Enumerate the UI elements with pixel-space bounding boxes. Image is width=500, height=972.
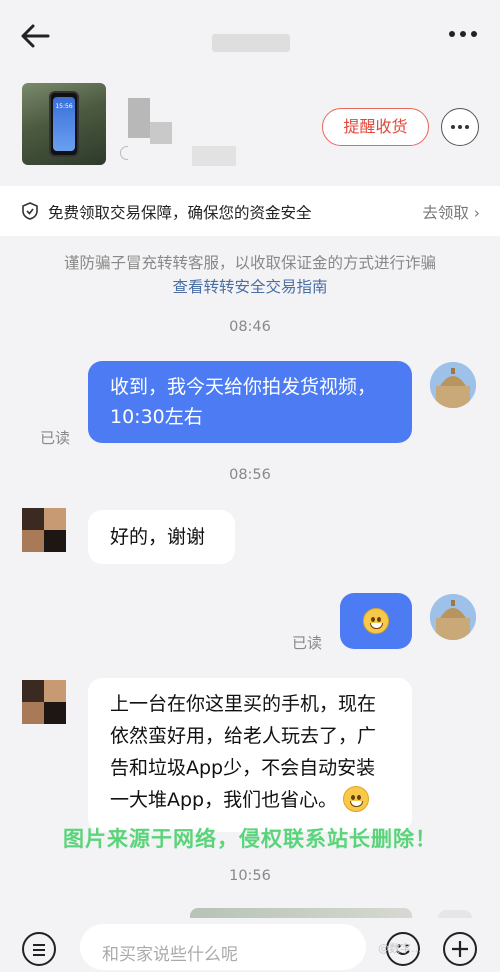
timestamp: 10:56 [229, 868, 271, 884]
message-bubble-sent[interactable] [340, 593, 412, 649]
avatar[interactable] [22, 508, 66, 552]
bottom-input-bar [0, 918, 500, 972]
product-card[interactable]: 15:56 提醒收货 [0, 70, 500, 182]
source-watermark: @数字... [378, 942, 422, 955]
phone-screen-time: 15:56 [53, 97, 75, 151]
top-bar [0, 0, 500, 70]
avatar[interactable] [438, 910, 472, 918]
menu-icon[interactable] [22, 932, 56, 966]
claim-protection-label: 去领取 [422, 204, 469, 222]
phone-image: 15:56 [49, 91, 79, 157]
blurred-avatar-icon [22, 680, 66, 724]
safety-guide-link[interactable]: 查看转转安全交易指南 [0, 275, 500, 297]
more-dots-icon[interactable] [448, 26, 478, 42]
timestamp: 08:46 [229, 319, 271, 335]
timestamp: 08:56 [229, 467, 271, 483]
protection-banner[interactable]: 免费领取交易保障，确保您的资金安全 去领取 › [0, 186, 500, 236]
blurred-price [120, 146, 128, 160]
fraud-warning: 谨防骗子冒充转转客服，以收取保证金的方式进行诈骗 [63, 254, 436, 272]
read-status: 已读 [292, 634, 323, 652]
smiling-face-icon [343, 785, 370, 812]
message-text: 上一台在你这里买的手机，现在依然蛮好用，给老人玩去了，广告和垃圾App少，不会自… [110, 693, 377, 811]
plus-icon[interactable] [443, 932, 477, 966]
remind-receipt-button[interactable]: 提醒收货 [322, 108, 429, 146]
message-bubble-received[interactable]: 好的，谢谢 [88, 510, 235, 564]
partial-image-message[interactable] [190, 908, 412, 918]
avatar[interactable] [430, 594, 476, 640]
shield-icon [22, 202, 38, 220]
building-avatar-icon [430, 362, 476, 408]
grinning-face-icon [363, 608, 389, 634]
claim-protection-link[interactable]: 去领取 › [422, 201, 480, 223]
protection-text: 免费领取交易保障，确保您的资金安全 [48, 204, 312, 222]
blurred-product-title [150, 122, 172, 144]
avatar[interactable] [430, 362, 476, 408]
avatar[interactable] [22, 680, 66, 724]
building-avatar-icon [430, 594, 476, 640]
watermark-text: 图片来源于网络，侵权联系站长删除！ [63, 827, 437, 851]
blurred-product-title [128, 98, 150, 138]
read-status: 已读 [40, 429, 71, 447]
more-options-button[interactable] [441, 108, 479, 146]
blurred-avatar-icon [22, 508, 66, 552]
product-image[interactable]: 15:56 [22, 83, 106, 165]
message-bubble-sent[interactable]: 收到，我今天给你拍发货视频，10:30左右 [88, 361, 412, 443]
blurred-price [192, 146, 236, 166]
plus-sign [452, 941, 468, 957]
message-bubble-received[interactable]: 上一台在你这里买的手机，现在依然蛮好用，给老人玩去了，广告和垃圾App少，不会自… [88, 678, 412, 832]
blurred-title [212, 34, 290, 52]
arrow-left-icon[interactable] [20, 22, 50, 50]
message-input-placeholder: 和买家说些什么呢 [102, 945, 238, 965]
